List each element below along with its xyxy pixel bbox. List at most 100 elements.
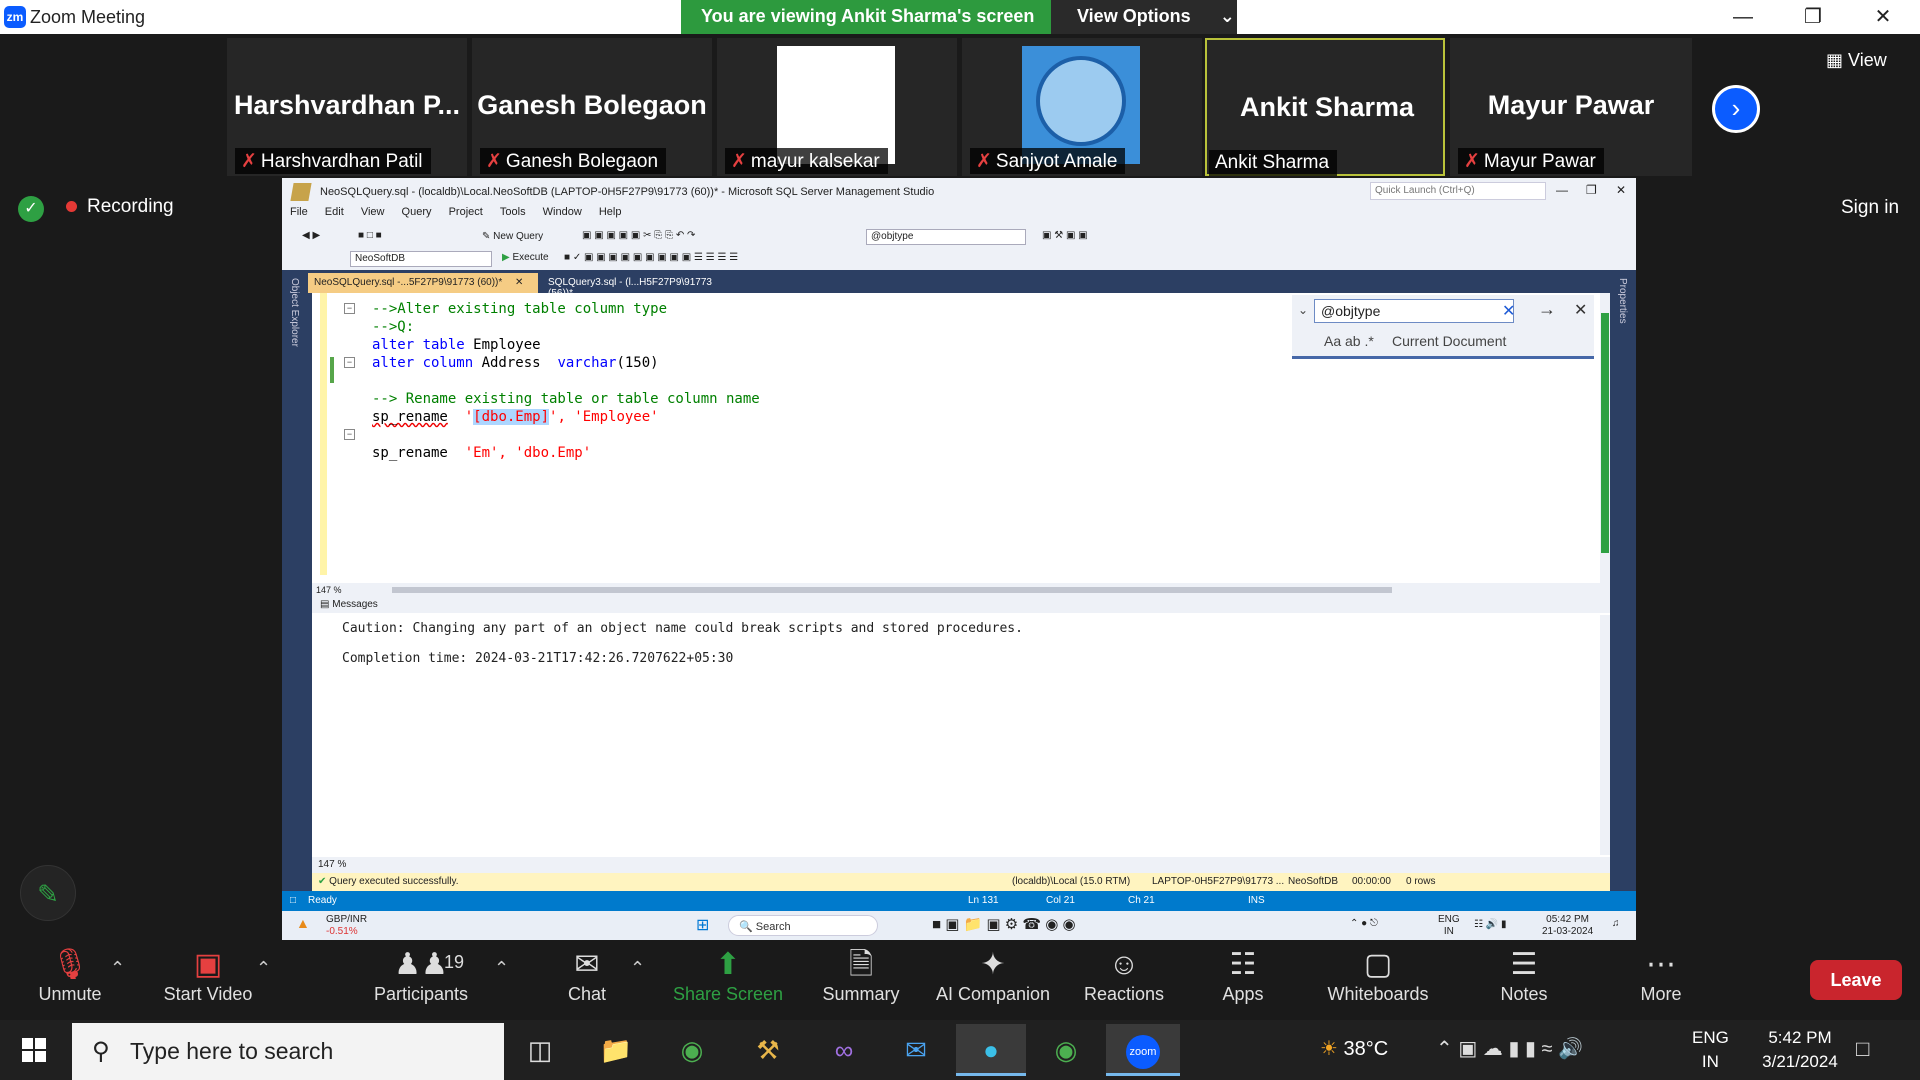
next-page-button[interactable]: › xyxy=(1712,85,1760,133)
participant-tile[interactable]: Ganesh Bolegaon ✗ Ganesh Bolegaon xyxy=(472,38,712,176)
participant-tile-active-speaker[interactable]: Ankit Sharma Ankit Sharma xyxy=(1205,38,1445,176)
taskbar-clock[interactable]: 5:42 PM 3/21/2024 xyxy=(1742,1026,1858,1074)
security-shield-icon[interactable]: ✓ xyxy=(18,196,44,222)
ssms-icon[interactable]: ⚒ xyxy=(740,1024,796,1076)
notification-icon[interactable]: □ xyxy=(1856,1036,1869,1062)
edge-icon[interactable]: ● xyxy=(956,1024,1026,1076)
ai-companion-button[interactable]: ✦ AI Companion xyxy=(928,940,1058,1005)
tab-sqlquery3[interactable]: SQLQuery3.sql - (l...H5F27P9\91773 (56))… xyxy=(542,273,742,299)
ssms-close-icon[interactable]: ✕ xyxy=(1616,183,1626,197)
fold-toggle-icon[interactable]: − xyxy=(344,357,355,368)
new-query-button[interactable]: ✎ New Query xyxy=(482,231,543,242)
object-explorer-strip[interactable]: Object Explorer xyxy=(282,270,308,850)
participant-tile[interactable]: Harshvardhan P... ✗ Harshvardhan Patil xyxy=(227,38,467,176)
remote-notification-icon[interactable]: ♫ xyxy=(1612,918,1620,929)
editor-vertical-scrollbar[interactable] xyxy=(1600,293,1610,583)
database-combo[interactable]: NeoSoftDB xyxy=(350,251,492,267)
minimize-icon[interactable]: — xyxy=(1720,2,1766,32)
messages-zoom-select[interactable]: 147 % xyxy=(318,859,346,870)
scroll-thumb[interactable] xyxy=(392,587,1392,593)
properties-strip[interactable]: Properties xyxy=(1610,270,1636,850)
close-tab-icon[interactable]: ✕ xyxy=(515,277,523,288)
chat-caret-icon[interactable]: ⌃ xyxy=(630,958,645,979)
chrome-profile-icon[interactable]: ◉ xyxy=(1038,1024,1094,1076)
remote-sys-icons[interactable]: ☷ 🔊 ▮ xyxy=(1474,919,1506,930)
ssms-minimize-icon[interactable]: — xyxy=(1556,183,1568,197)
find-options[interactable]: Aa ab .* xyxy=(1324,333,1374,349)
weather-widget[interactable]: ☀ 38°C xyxy=(1320,1036,1388,1061)
windows-start-icon[interactable]: ⊞ xyxy=(696,915,709,935)
participants-caret-icon[interactable]: ⌃ xyxy=(494,958,509,979)
sign-in-link[interactable]: Sign in xyxy=(1841,197,1899,219)
notes-button[interactable]: ☰ Notes xyxy=(1478,940,1570,1005)
sql-toolbar-icons[interactable]: ■ ✓ ▣ ▣ ▣ ▣ ▣ ▣ ▣ ▣ ▣ ☰ ☰ ☰ ☰ xyxy=(564,252,738,263)
language-indicator[interactable]: ENG IN xyxy=(1692,1026,1729,1074)
whiteboards-button[interactable]: ▢ Whiteboards xyxy=(1316,940,1440,1005)
summary-button[interactable]: 🗎 Summary xyxy=(810,940,912,1005)
menu-window[interactable]: Window xyxy=(543,206,582,218)
find-input[interactable]: @objtype xyxy=(1314,299,1514,323)
reactions-button[interactable]: ☺ Reactions xyxy=(1070,940,1178,1005)
chevron-down-icon[interactable]: ⌄ xyxy=(1298,303,1308,317)
participants-button[interactable]: ♟♟ 19 Participants xyxy=(366,940,476,1005)
unmute-button[interactable]: 🎙 Unmute xyxy=(22,940,118,1005)
menu-help[interactable]: Help xyxy=(599,206,622,218)
back-icon[interactable]: ◀ ▶ xyxy=(302,230,320,241)
find-next-icon[interactable]: → xyxy=(1538,299,1556,320)
participant-tile[interactable]: ✗ mayur kalsekar xyxy=(717,38,957,176)
file-explorer-icon[interactable]: 📁 xyxy=(588,1024,644,1076)
menu-project[interactable]: Project xyxy=(449,206,483,218)
share-screen-button[interactable]: ⬆ Share Screen xyxy=(664,940,792,1005)
close-find-icon[interactable]: ✕ xyxy=(1574,300,1587,320)
close-icon[interactable]: ✕ xyxy=(1860,2,1906,32)
tab-neosqlquery[interactable]: NeoSQLQuery.sql -...5F27P9\91773 (60))* … xyxy=(308,273,538,293)
clear-search-icon[interactable]: ✕ xyxy=(1502,301,1515,321)
windows-start-icon[interactable] xyxy=(22,1038,46,1062)
remote-tray-icons[interactable]: ⌃ ● ⎋ xyxy=(1350,918,1378,929)
annotate-pencil-button[interactable]: ✎ xyxy=(20,865,76,921)
save-icons[interactable]: ■ □ ■ xyxy=(358,230,382,241)
start-video-button[interactable]: ▣ Start Video xyxy=(150,940,266,1005)
menu-tools[interactable]: Tools xyxy=(500,206,526,218)
task-view-icon[interactable]: ◫ xyxy=(512,1024,568,1076)
menu-edit[interactable]: Edit xyxy=(325,206,344,218)
participant-tile[interactable]: Mayur Pawar ✗ Mayur Pawar xyxy=(1450,38,1692,176)
visual-studio-icon[interactable]: ∞ xyxy=(816,1024,872,1076)
messages-scrollbar[interactable] xyxy=(1600,615,1610,855)
more-button[interactable]: ⋯ More xyxy=(1616,940,1706,1005)
menu-file[interactable]: File xyxy=(290,206,308,218)
menu-view[interactable]: View xyxy=(361,206,385,218)
restore-icon[interactable]: ❐ xyxy=(1790,2,1836,32)
quick-launch-input[interactable]: Quick Launch (Ctrl+Q) xyxy=(1370,182,1546,200)
fold-toggle-icon[interactable]: − xyxy=(344,303,355,314)
chat-button[interactable]: ✉ Chat xyxy=(544,940,630,1005)
view-options-button[interactable]: View Options ⌄ xyxy=(1051,0,1237,34)
leave-button[interactable]: Leave xyxy=(1810,960,1902,1000)
execute-button[interactable]: ▶ Execute xyxy=(502,252,549,263)
thunderbird-icon[interactable]: ✉ xyxy=(888,1024,944,1076)
system-tray[interactable]: ⌃ ▣ ☁ ▮ ▮ ≈ 🔊 xyxy=(1436,1036,1583,1061)
objtype-combo[interactable]: @objtype xyxy=(866,229,1026,245)
taskbar-search-input[interactable]: ⚲ Type here to search xyxy=(72,1023,504,1080)
remote-clock[interactable]: 05:42 PM 21-03-2024 xyxy=(1542,914,1593,938)
menu-query[interactable]: Query xyxy=(402,206,432,218)
toolbar-icons[interactable]: ▣ ▣ ▣ ▣ ▣ ✂ ⎘ ⎘ ↶ ↷ xyxy=(582,230,695,241)
fold-toggle-icon[interactable]: − xyxy=(344,429,355,440)
view-button[interactable]: ▦ View xyxy=(1826,50,1887,71)
find-scope-select[interactable]: Current Document xyxy=(1392,333,1506,349)
remote-search-box[interactable]: 🔍 Search xyxy=(728,915,878,936)
remote-taskbar-apps[interactable]: ■ ▣ 📁 ▣ ⚙ ☎ ◉ ◉ xyxy=(932,915,1076,933)
recording-indicator[interactable]: Recording xyxy=(66,196,174,218)
audio-options-caret-icon[interactable]: ⌃ xyxy=(110,958,125,979)
ssms-restore-icon[interactable]: ❐ xyxy=(1586,183,1597,197)
editor-zoom-select[interactable]: 147 % xyxy=(316,585,342,595)
messages-tab[interactable]: ▤ Messages xyxy=(312,597,1610,613)
zoom-app-icon[interactable]: zoom xyxy=(1106,1024,1180,1076)
apps-button[interactable]: ☷ Apps xyxy=(1200,940,1286,1005)
participant-tile[interactable]: ✗ Sanjyot Amale xyxy=(962,38,1202,176)
chrome-icon[interactable]: ◉ xyxy=(664,1024,720,1076)
video-options-caret-icon[interactable]: ⌃ xyxy=(256,958,271,979)
sql-editor[interactable]: − − − -->Alter existing table column typ… xyxy=(312,293,1610,583)
remote-lang[interactable]: ENG IN xyxy=(1438,914,1460,938)
toolbar-icons-right[interactable]: ▣ ⚒ ▣ ▣ xyxy=(1042,230,1088,241)
